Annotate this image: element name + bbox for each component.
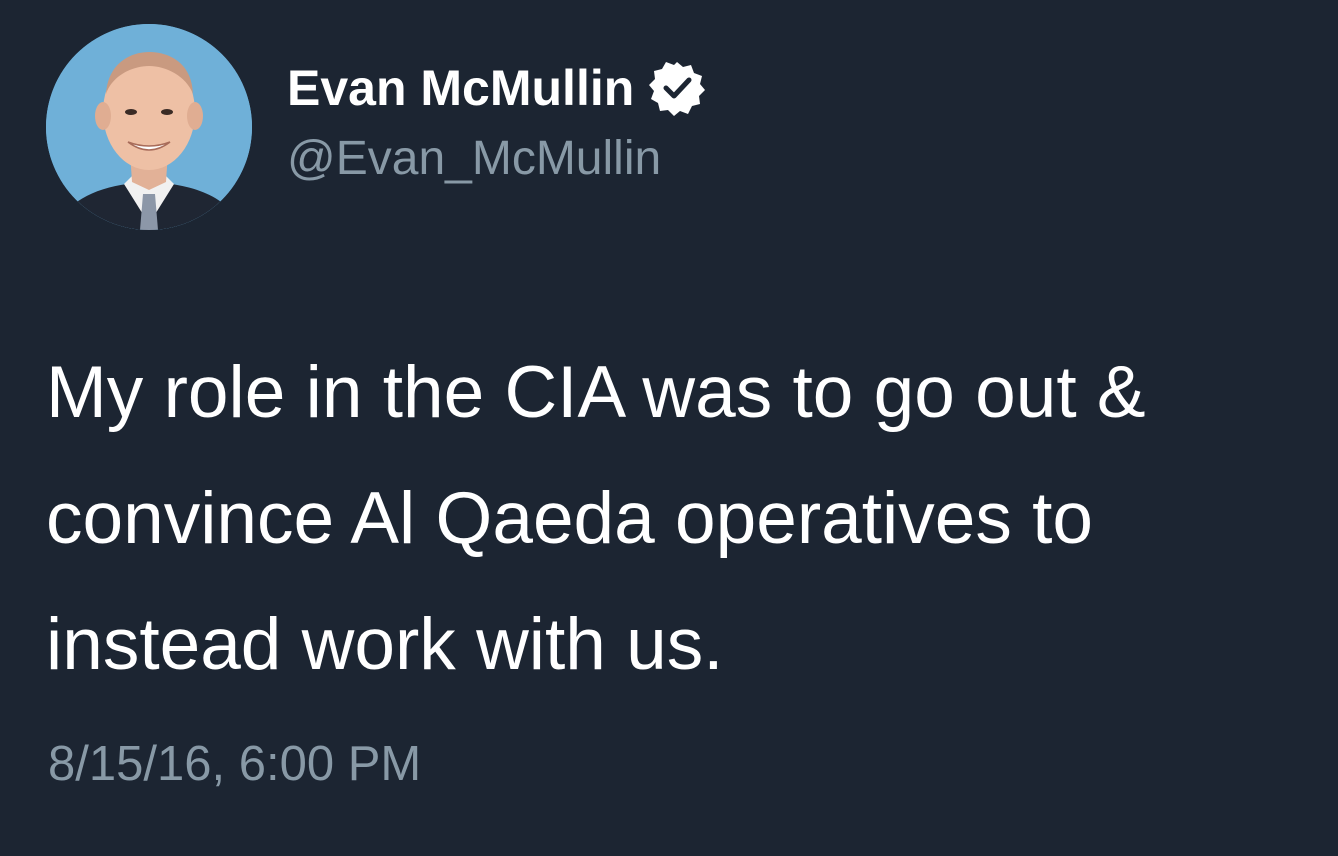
user-handle[interactable]: @Evan_McMullin bbox=[287, 130, 661, 188]
tweet-text-line: My role in the CIA was to go out & bbox=[46, 352, 1146, 433]
verified-badge-icon bbox=[648, 59, 706, 117]
tweet-card: Evan McMullin @Evan_McMullin My role in … bbox=[0, 0, 1338, 856]
avatar[interactable] bbox=[46, 24, 252, 230]
profile-photo-icon bbox=[46, 24, 252, 230]
author-name-row[interactable]: Evan McMullin bbox=[287, 58, 706, 118]
display-name[interactable]: Evan McMullin bbox=[287, 58, 634, 118]
tweet-timestamp[interactable]: 8/15/16, 6:00 PM bbox=[48, 734, 421, 794]
tweet-text-line: instead work with us. bbox=[46, 604, 724, 685]
tweet-text: My role in the CIA was to go out & convi… bbox=[46, 330, 1316, 708]
tweet-text-line: convince Al Qaeda operatives to bbox=[46, 478, 1093, 559]
